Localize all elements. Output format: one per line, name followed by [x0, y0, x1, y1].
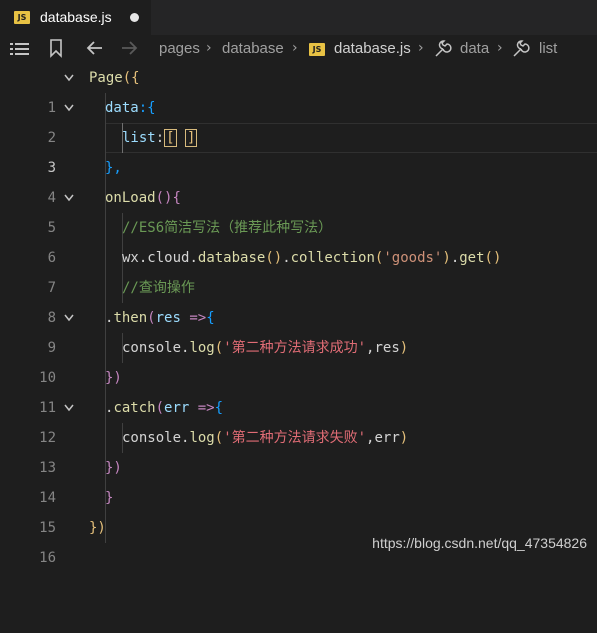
code-string: '第二种方法请求成功' [223, 340, 367, 356]
code-token: Page [89, 70, 123, 86]
code-token: console [122, 430, 182, 446]
code-line[interactable]: 5 onLoad(){ [0, 183, 597, 236]
code-line[interactable]: 13 console.log('第二种方法请求失败',err) [0, 423, 597, 476]
breadcrumb-list[interactable]: list [539, 40, 557, 57]
code-token: ( [155, 400, 165, 416]
code-line[interactable]: 2 data:{ [0, 93, 597, 146]
code-token: data [105, 100, 139, 116]
chevron-down-icon[interactable] [64, 313, 74, 323]
code-token: => [180, 310, 207, 326]
chevron-right-icon: › [206, 40, 212, 56]
code-token: }) [89, 520, 106, 536]
list-icon[interactable] [10, 42, 30, 56]
code-token: . [450, 250, 460, 266]
code-token: . [282, 250, 291, 266]
line-number: 16 [39, 550, 56, 566]
code-token: ( [214, 340, 224, 356]
code-token: ) [399, 430, 409, 446]
code-token: => [189, 400, 215, 416]
code-token: onLoad [105, 190, 156, 206]
code-line[interactable]: 7 wx.cloud.database().collection('goods'… [0, 243, 597, 296]
breadcrumb-database[interactable]: database [222, 40, 284, 57]
chevron-right-icon: › [497, 40, 503, 56]
code-string: 'goods' [383, 250, 443, 266]
code-line-current[interactable]: 3 list:[ ] [0, 123, 597, 176]
code-token: catch [113, 400, 156, 416]
code-token: res [374, 340, 400, 356]
code-comment: //查询操作 [122, 280, 195, 296]
code-token: then [113, 310, 148, 326]
code-token: get [459, 250, 485, 266]
code-token: : [155, 130, 165, 146]
breadcrumb-database-js[interactable]: database.js [334, 40, 411, 57]
wrench-icon [435, 40, 452, 57]
code-token: ( [214, 430, 224, 446]
code-token: log [189, 430, 215, 446]
back-arrow-icon[interactable] [86, 40, 104, 56]
forward-arrow-icon[interactable] [120, 40, 138, 56]
code-line[interactable]: 8 //查询操作 [0, 273, 597, 326]
code-token: () [265, 250, 283, 266]
tab-label: database.js [40, 9, 112, 25]
unsaved-dot-icon[interactable] [130, 13, 139, 22]
code-line[interactable]: 14 }) [0, 453, 597, 506]
code-token: ({ [122, 70, 140, 86]
breadcrumb-bar: pages › database › JS database.js › data… [0, 35, 597, 63]
breadcrumb-pages[interactable]: pages [159, 40, 200, 57]
code-token: err [374, 430, 400, 446]
code-line[interactable]: 10 console.log('第二种方法请求成功',res) [0, 333, 597, 386]
code-token: () [155, 190, 173, 206]
bookmark-icon[interactable] [49, 39, 63, 58]
chevron-down-icon[interactable] [64, 73, 74, 83]
code-token: . [189, 250, 198, 266]
code-token: { [206, 310, 215, 326]
code-token: err [164, 400, 190, 416]
code-line[interactable]: 6 //ES6简洁写法（推荐此种写法） [0, 213, 597, 266]
tab-bar: JS database.js [0, 0, 597, 35]
code-string: '第二种方法请求失败' [223, 430, 367, 446]
code-token: log [189, 340, 215, 356]
code-token: ) [442, 250, 451, 266]
code-line[interactable]: 9 .then(res =>{ [0, 303, 597, 356]
code-token: list [122, 130, 156, 146]
code-token: } [105, 490, 114, 506]
code-token: }, [105, 160, 122, 176]
code-token: () [484, 250, 502, 266]
js-file-icon: JS [309, 43, 325, 56]
tab-database-js[interactable]: JS database.js [0, 0, 152, 35]
code-token: ( [147, 310, 156, 326]
chevron-down-icon[interactable] [64, 403, 74, 413]
code-token: ) [399, 340, 409, 356]
code-line[interactable]: 4 }, [0, 153, 597, 206]
wrench-icon [513, 40, 530, 57]
js-file-icon: JS [14, 11, 30, 24]
code-editor[interactable]: 1 Page({ 2 data:{ 3 list:[ ] 4 }, 5 onLo… [0, 63, 597, 566]
chevron-right-icon: › [418, 40, 424, 56]
breadcrumb-data[interactable]: data [460, 40, 489, 57]
bracket-match-close: ] [185, 129, 198, 147]
code-token: console [122, 340, 182, 356]
code-token: res [155, 310, 181, 326]
chevron-down-icon[interactable] [64, 103, 74, 113]
code-token: }) [105, 370, 122, 386]
code-comment: //ES6简洁写法（推荐此种写法） [122, 220, 333, 236]
code-token: }) [105, 460, 122, 476]
code-token: cloud [147, 250, 190, 266]
code-line[interactable]: 12 .catch(err =>{ [0, 393, 597, 446]
code-token: { [172, 190, 181, 206]
code-token: database [197, 250, 266, 266]
chevron-right-icon: › [292, 40, 298, 56]
code-line[interactable]: 15 } [0, 483, 597, 536]
code-token: wx [122, 250, 139, 266]
watermark: https://blog.csdn.net/qq_47354826 [372, 535, 587, 551]
code-line[interactable]: 1 Page({ [0, 63, 597, 116]
code-token: :{ [138, 100, 156, 116]
code-token: collection [290, 250, 375, 266]
code-line[interactable]: 11 }) [0, 363, 597, 416]
code-token: { [214, 400, 224, 416]
bracket-match-open: [ [164, 129, 177, 147]
chevron-down-icon[interactable] [64, 193, 74, 203]
